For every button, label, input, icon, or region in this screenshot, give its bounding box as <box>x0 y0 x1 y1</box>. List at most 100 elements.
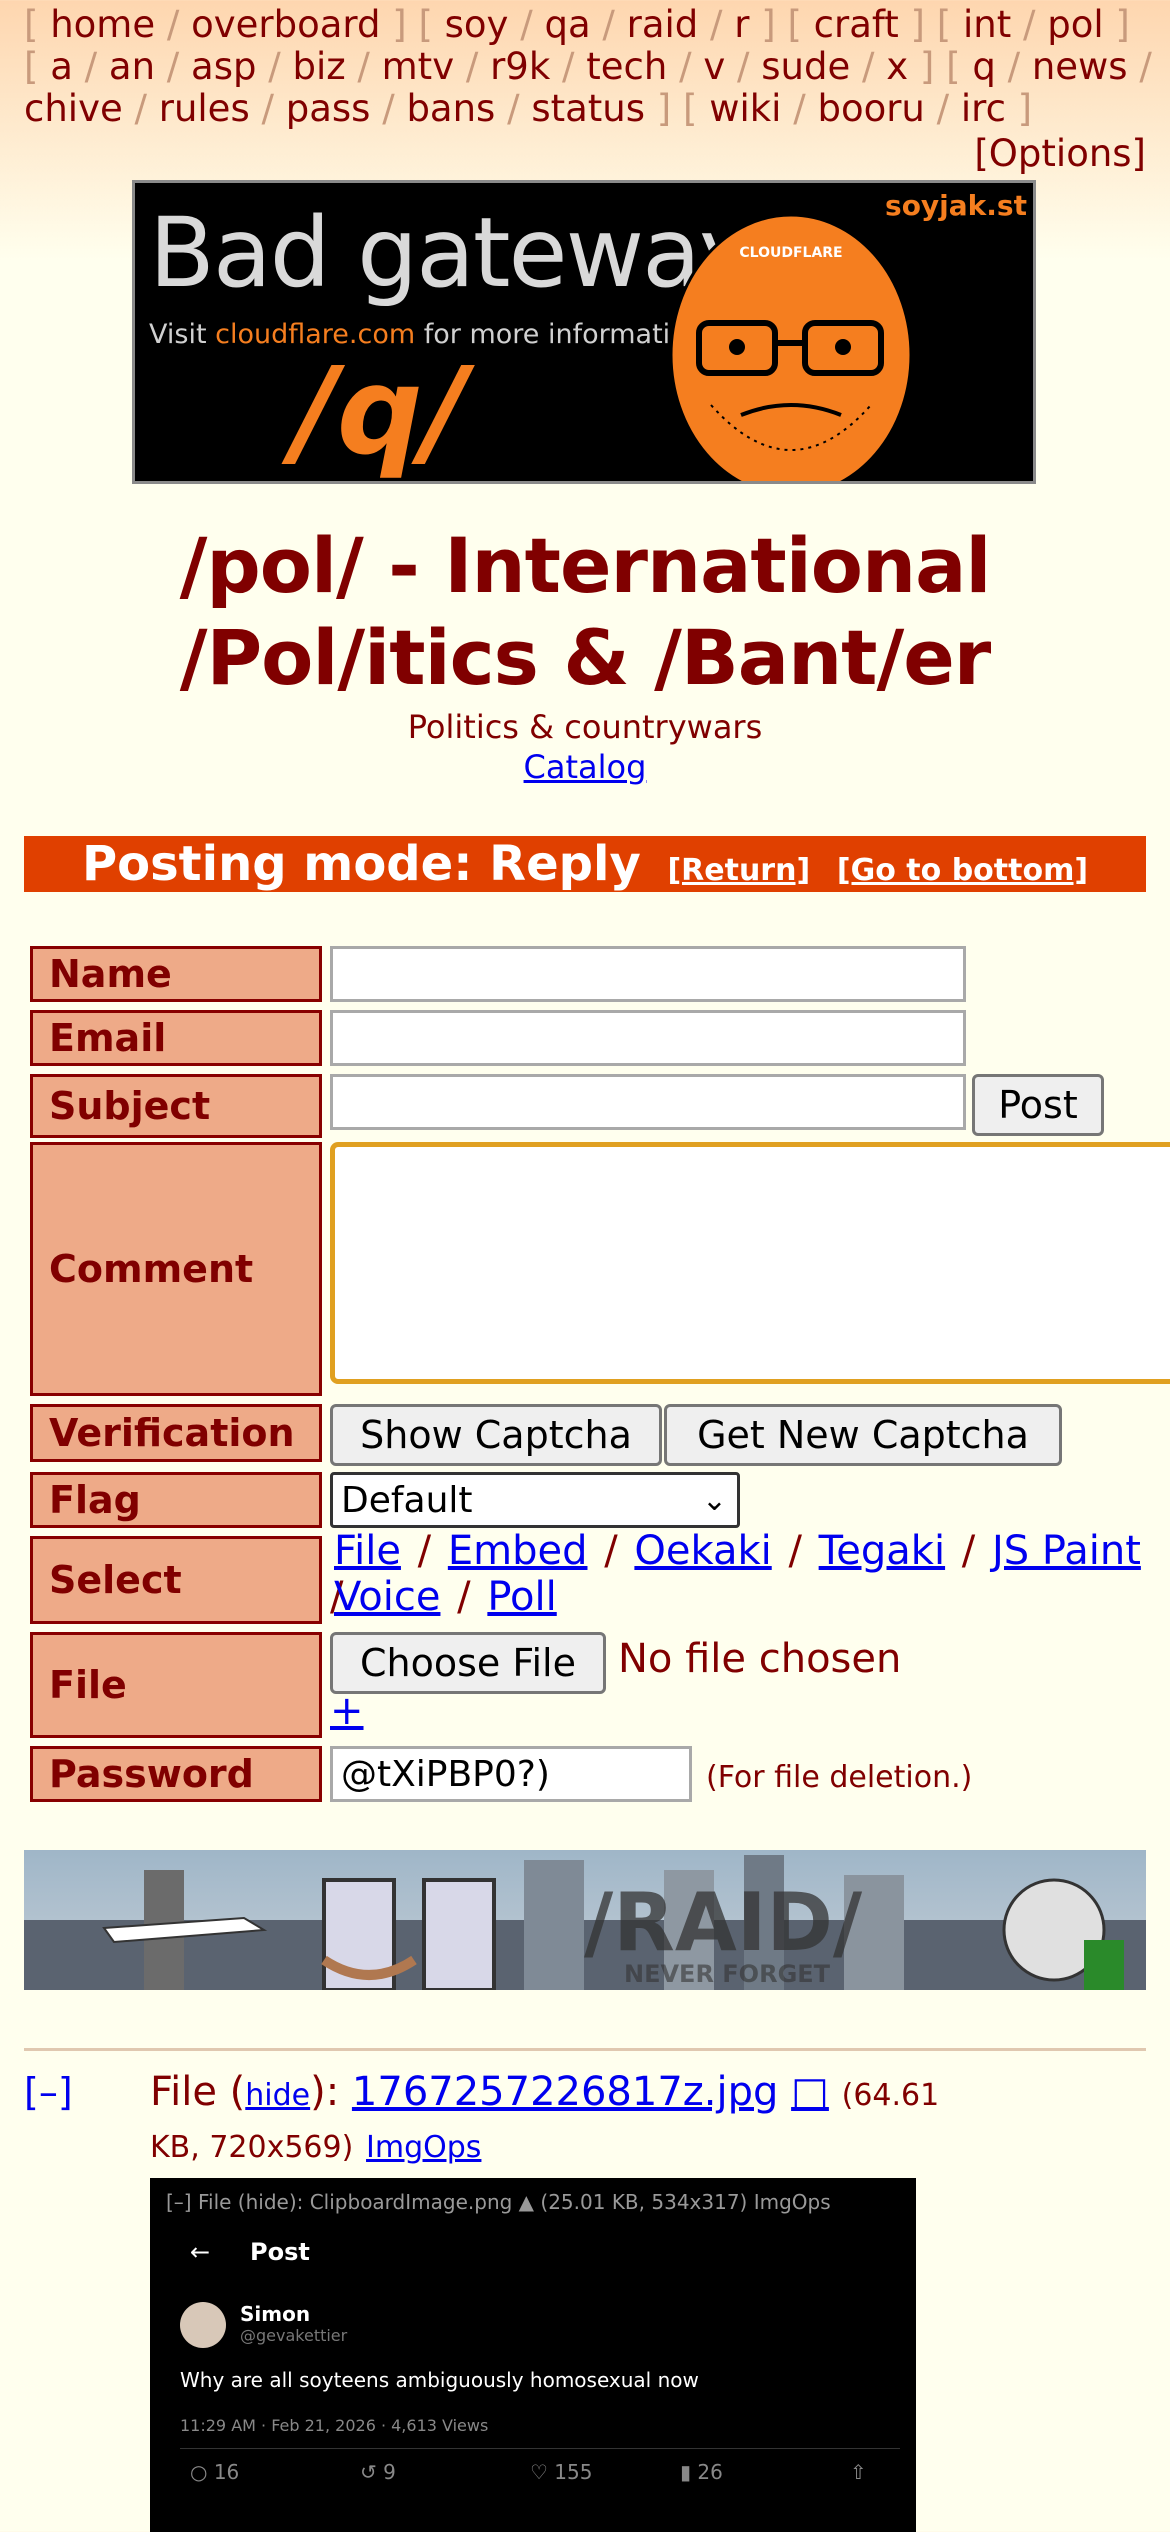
post-hide-toggle[interactable]: [–] <box>24 2070 73 2114</box>
file-mid: ): <box>310 2069 352 2115</box>
catalog-link[interactable]: Catalog <box>524 748 647 786</box>
like-icon: ♡ 155 <box>530 2460 593 2484</box>
select-jspaint-link[interactable]: JS Paint <box>992 1528 1141 1574</box>
chevron-down-icon: ⌄ <box>701 1482 727 1518</box>
board-link-overboard[interactable]: overboard <box>191 3 380 46</box>
share-icon: ⇧ <box>850 2460 867 2484</box>
board-link-rules[interactable]: rules <box>159 87 250 130</box>
repost-count: 9 <box>383 2460 396 2484</box>
return-link[interactable]: [Return] <box>667 853 810 888</box>
board-link-status[interactable]: status <box>531 87 645 130</box>
subject-input[interactable] <box>330 1074 966 1130</box>
select-file-link[interactable]: File <box>334 1528 401 1574</box>
soyjak-face-icon: CLOUDFLARE <box>669 213 913 481</box>
flag-select-value: Default <box>341 1479 473 1521</box>
board-link-home[interactable]: home <box>50 3 155 46</box>
go-to-bottom-link[interactable]: [Go to bottom] <box>837 853 1088 888</box>
email-label: Email <box>30 1010 322 1066</box>
select-embed-link[interactable]: Embed <box>448 1528 588 1574</box>
raid-banner[interactable]: /RAID/ NEVER FORGET <box>24 1850 1146 1990</box>
post-file-info: File (hide): 1767257226817z.jpg □ (64.61… <box>150 2068 970 2172</box>
thumb-header: [–] File (hide): ClipboardImage.png ▲ (2… <box>166 2190 831 2214</box>
board-link-pol[interactable]: pol <box>1047 3 1103 46</box>
raid-banner-image: /RAID/ NEVER FORGET <box>24 1855 1146 1990</box>
options-link[interactable]: [Options] <box>974 132 1146 175</box>
password-note: (For file deletion.) <box>706 1760 973 1795</box>
thumb-timestamp: 11:29 AM · Feb 21, 2026 · 4,613 Views <box>180 2416 489 2435</box>
flag-select[interactable]: Default ⌄ <box>330 1472 740 1528</box>
board-link-r[interactable]: r <box>734 3 749 46</box>
thumb-tweet-text: Why are all soyteens ambiguously homosex… <box>180 2368 699 2392</box>
subject-label: Subject <box>30 1074 322 1138</box>
board-link-wiki[interactable]: wiki <box>709 87 781 130</box>
board-link-tech[interactable]: tech <box>586 45 667 88</box>
board-link-raid[interactable]: raid <box>627 3 699 46</box>
thumb-title: Post <box>250 2238 310 2266</box>
board-link-a[interactable]: a <box>50 45 73 88</box>
post-thumbnail-image[interactable]: [–] File (hide): ClipboardImage.png ▲ (2… <box>150 2178 916 2532</box>
file-prefix: File ( <box>150 2069 246 2115</box>
board-link-irc[interactable]: irc <box>961 87 1006 130</box>
bookmark-count: 26 <box>697 2460 723 2484</box>
back-arrow-icon: ← <box>190 2238 211 2266</box>
board-link-booru[interactable]: booru <box>817 87 924 130</box>
comment-textarea[interactable] <box>330 1142 1170 1384</box>
board-list-nav: [ home / overboard ] [ soy / qa / raid /… <box>24 3 1152 130</box>
imgops-link[interactable]: ImgOps <box>366 2130 481 2165</box>
board-link-biz[interactable]: biz <box>292 45 345 88</box>
board-link-chive[interactable]: chive <box>24 87 123 130</box>
board-link-news[interactable]: news <box>1032 45 1128 88</box>
thumb-divider <box>180 2448 900 2449</box>
board-link-craft[interactable]: craft <box>814 3 899 46</box>
board-link-soy[interactable]: soy <box>445 3 509 46</box>
board-link-an[interactable]: an <box>109 45 155 88</box>
board-banner[interactable]: Bad gateway Visit cloudflare.com for mor… <box>132 180 1036 484</box>
get-new-captcha-button[interactable]: Get New Captcha <box>664 1404 1062 1466</box>
choose-file-button[interactable]: Choose File <box>330 1632 606 1694</box>
comment-label: Comment <box>30 1142 322 1396</box>
board-link-sude[interactable]: sude <box>761 45 850 88</box>
reply-count: 16 <box>213 2460 240 2484</box>
select-tegaki-link[interactable]: Tegaki <box>819 1528 945 1574</box>
post-button[interactable]: Post <box>972 1074 1104 1136</box>
download-icon[interactable]: □ <box>791 2069 829 2115</box>
repost-icon: ↺ 9 <box>360 2460 396 2484</box>
select-oekaki-link[interactable]: Oekaki <box>634 1528 771 1574</box>
name-input[interactable] <box>330 946 966 1002</box>
raid-banner-subtext: NEVER FORGET <box>624 1960 831 1988</box>
no-file-chosen-text: No file chosen <box>618 1636 902 1682</box>
board-link-qa[interactable]: qa <box>544 3 590 46</box>
board-link-q[interactable]: q <box>972 45 996 88</box>
show-captcha-button[interactable]: Show Captcha <box>330 1404 662 1466</box>
select-poll-link[interactable]: Poll <box>487 1574 556 1620</box>
board-link-pass[interactable]: pass <box>286 87 371 130</box>
board-link-r9k[interactable]: r9k <box>490 45 550 88</box>
board-link-bans[interactable]: bans <box>406 87 495 130</box>
posting-mode-label: Posting mode: Reply <box>81 836 641 892</box>
raid-banner-text: /RAID/ <box>584 1876 863 1969</box>
password-input[interactable]: @tXiPBP0?) <box>330 1746 692 1802</box>
file-label: File <box>30 1632 322 1738</box>
hide-file-link[interactable]: hide <box>245 2078 310 2113</box>
board-link-v[interactable]: v <box>703 45 725 88</box>
reply-icon: ○ 16 <box>190 2460 240 2484</box>
flag-label: Flag <box>30 1472 322 1528</box>
banner-visit-prefix: Visit <box>149 319 216 350</box>
file-name-link[interactable]: 1767257226817z.jpg <box>352 2069 778 2115</box>
banner-board-name: /q/ <box>293 343 467 482</box>
email-input[interactable] <box>330 1010 966 1066</box>
board-link-mtv[interactable]: mtv <box>382 45 454 88</box>
thumb-user: Simon <box>240 2302 311 2326</box>
bookmark-icon: ▮ 26 <box>680 2460 723 2484</box>
select-voice-link[interactable]: Voice <box>334 1574 440 1620</box>
board-link-int[interactable]: int <box>963 3 1011 46</box>
add-file-plus-link[interactable]: + <box>330 1688 364 1734</box>
select-label: Select <box>30 1536 322 1624</box>
avatar <box>180 2302 226 2348</box>
name-label: Name <box>30 946 322 1002</box>
board-link-asp[interactable]: asp <box>191 45 256 88</box>
select-options-line-2: Voice / Poll <box>334 1574 557 1620</box>
board-subtitle: Politics & countrywars <box>407 708 763 746</box>
divider <box>24 2048 1146 2051</box>
board-link-x[interactable]: x <box>886 45 908 88</box>
